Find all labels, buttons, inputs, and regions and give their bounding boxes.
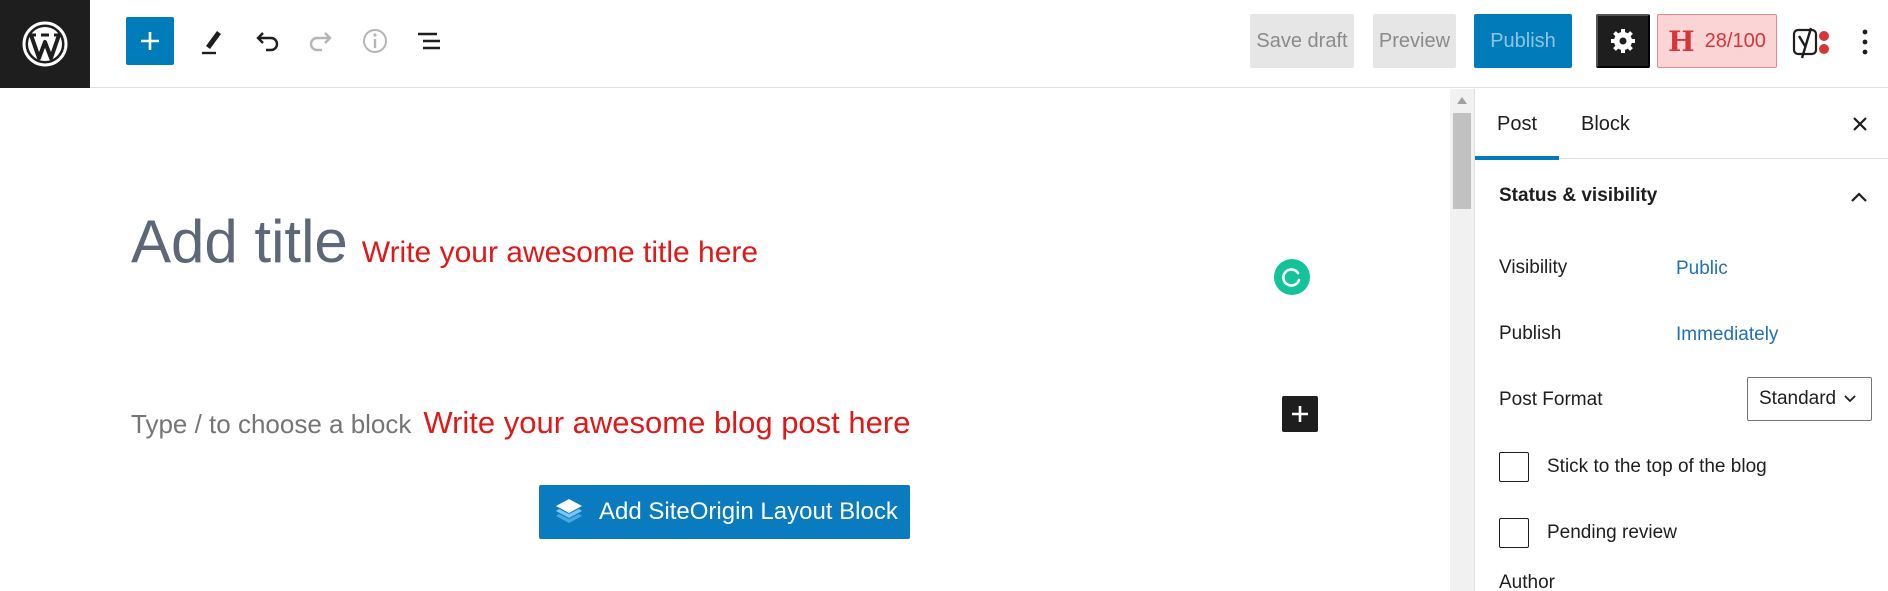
panel-collapse-button[interactable] [1845, 183, 1873, 211]
chevron-down-icon [1844, 395, 1856, 403]
visibility-label: Visibility [1499, 257, 1568, 278]
sticky-label[interactable]: Stick to the top of the blog [1547, 456, 1767, 478]
save-draft-button[interactable]: Save draft [1250, 14, 1354, 68]
siteorigin-button-label: Add SiteOrigin Layout Block [599, 498, 898, 525]
pending-review-checkbox[interactable] [1499, 518, 1529, 548]
default-block-appender[interactable]: Type / to choose a block Write your awes… [131, 405, 910, 441]
post-format-value: Standard [1759, 388, 1837, 409]
list-view-icon [418, 32, 440, 50]
pencil-icon [202, 31, 221, 55]
grammarly-button[interactable] [1274, 259, 1310, 295]
list-view-button[interactable] [405, 17, 453, 65]
grammarly-icon [1282, 268, 1301, 287]
seo-score-button[interactable]: H 28/100 [1657, 14, 1777, 68]
preview-button[interactable]: Preview [1373, 14, 1456, 68]
redo-button[interactable] [297, 17, 345, 65]
status-visibility-panel-toggle[interactable]: Status & visibility [1499, 185, 1657, 207]
plus-icon [1292, 406, 1308, 422]
wordpress-logo-icon [22, 21, 68, 67]
tab-post[interactable]: Post [1475, 89, 1559, 160]
scroll-thumb[interactable] [1453, 113, 1471, 209]
close-icon [1853, 117, 1867, 131]
options-button[interactable] [1850, 20, 1880, 64]
tab-block[interactable]: Block [1581, 89, 1630, 159]
sticky-checkbox[interactable] [1499, 452, 1529, 482]
editor-scrollbar[interactable] [1450, 89, 1474, 591]
publish-label: Publish [1499, 323, 1562, 344]
seo-score-letter: H [1668, 24, 1695, 58]
info-icon [363, 29, 387, 53]
details-button[interactable] [351, 17, 399, 65]
undo-button[interactable] [243, 17, 291, 65]
pending-review-label[interactable]: Pending review [1547, 522, 1677, 544]
block-placeholder: Type / to choose a block [131, 409, 412, 439]
author-label: Author [1499, 572, 1555, 591]
editor-canvas: Add title Write your awesome title here … [0, 89, 1474, 591]
post-title-field[interactable]: Add title Write your awesome title here [131, 207, 758, 276]
close-sidebar-button[interactable] [1845, 109, 1875, 139]
inline-block-inserter-button[interactable] [1282, 396, 1318, 432]
publish-button[interactable]: Publish [1474, 14, 1572, 68]
more-vertical-icon [1862, 29, 1868, 55]
scroll-up-arrow[interactable] [1450, 89, 1474, 111]
settings-sidebar: Post Block Status & visibility Visibilit… [1474, 89, 1888, 591]
post-format-label: Post Format [1499, 389, 1603, 410]
yoast-seo-button[interactable] [1788, 20, 1836, 64]
layers-icon [556, 499, 582, 523]
redo-icon [309, 32, 332, 52]
visibility-toggle[interactable]: Public [1676, 258, 1728, 280]
sidebar-tabs: Post Block [1475, 89, 1888, 160]
undo-icon [256, 32, 279, 52]
tools-button[interactable] [188, 17, 236, 65]
title-hint-annotation: Write your awesome title here [361, 236, 759, 269]
plus-icon [141, 32, 159, 50]
chevron-up-icon [1851, 192, 1867, 202]
title-placeholder: Add title [131, 208, 348, 275]
seo-score-value: 28/100 [1704, 29, 1766, 52]
publish-date-toggle[interactable]: Immediately [1676, 324, 1778, 346]
yoast-icon [1792, 27, 1829, 59]
post-format-select[interactable]: Standard [1747, 377, 1872, 421]
block-inserter-button[interactable] [126, 17, 174, 65]
wordpress-logo-button[interactable] [0, 0, 90, 88]
add-siteorigin-layout-button[interactable]: Add SiteOrigin Layout Block [539, 485, 910, 539]
editor-header: Save draft Preview Publish H 28/100 [0, 0, 1888, 88]
settings-button[interactable] [1596, 14, 1650, 68]
caret-up-icon [1457, 97, 1467, 104]
block-hint-annotation: Write your awesome blog post here [423, 405, 911, 440]
gear-icon [1611, 29, 1635, 53]
